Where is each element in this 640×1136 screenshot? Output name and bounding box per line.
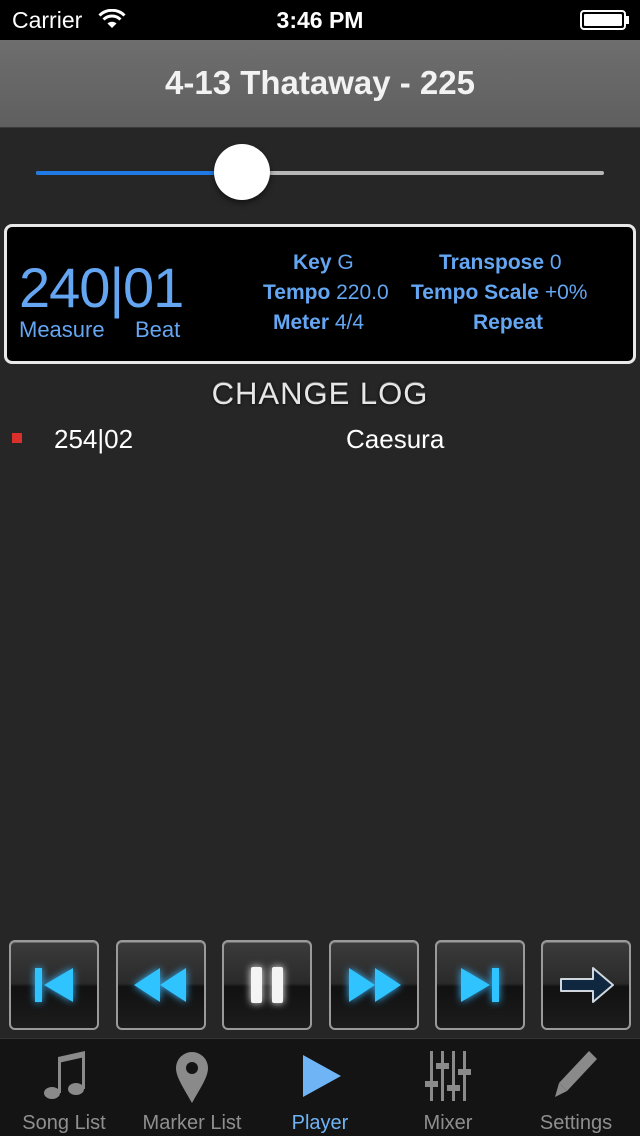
change-log-row[interactable]: 254|02 Caesura (0, 420, 640, 456)
tempo-info: Tempo 220.0 (263, 281, 389, 305)
skip-to-start-button[interactable] (9, 940, 99, 1030)
transpose-value: 0 (549, 251, 562, 274)
skip-to-start-icon (35, 968, 73, 1002)
pencil-icon (555, 1051, 597, 1097)
beat-value: 01 (122, 256, 184, 319)
fast-forward-icon (349, 968, 401, 1002)
beat-label: Beat (135, 317, 181, 342)
repeat-info: Repeat (473, 311, 543, 335)
play-icon (303, 1055, 341, 1097)
skip-to-end-button[interactable] (435, 940, 525, 1030)
status-bar: Carrier 3:46 PM (0, 0, 640, 40)
battery-icon (580, 10, 629, 30)
measure-label: Measure (19, 317, 105, 342)
tempo-scale-label: Tempo Scale (411, 281, 539, 304)
next-arrow-button[interactable] (541, 940, 631, 1030)
pause-button[interactable] (222, 940, 312, 1030)
tab-label-settings: Settings (539, 1112, 613, 1134)
music-note-icon (44, 1051, 85, 1099)
fast-forward-button[interactable] (329, 940, 419, 1030)
title-bar: 4-13 Thataway - 225 (0, 40, 640, 128)
status-time: 3:46 PM (276, 7, 364, 33)
tempo-value: 220.0 (336, 281, 389, 304)
key-label: Key (293, 251, 332, 274)
tab-label-song-list: Song List (22, 1112, 106, 1134)
tab-player[interactable]: Player (256, 1039, 384, 1136)
tempo-scale-value: +0% (544, 281, 588, 304)
log-entry-event: Caesura (346, 424, 445, 454)
meter-value: 4/4 (334, 311, 365, 334)
slider-track-fill (36, 171, 243, 175)
tab-label-player: Player (291, 1112, 349, 1134)
tab-label-mixer: Mixer (423, 1112, 473, 1134)
pause-icon (251, 967, 283, 1003)
key-value: G (337, 251, 354, 274)
tab-settings[interactable]: Settings (512, 1039, 640, 1136)
repeat-label: Repeat (473, 311, 544, 334)
map-pin-icon (176, 1052, 208, 1103)
song-title: 4-13 Thataway - 225 (165, 64, 475, 101)
tab-marker-list[interactable]: Marker List (128, 1039, 256, 1136)
tempo-label: Tempo (263, 281, 331, 304)
tab-label-marker-list: Marker List (142, 1112, 242, 1134)
tab-song-list[interactable]: Song List (0, 1039, 128, 1136)
rewind-button[interactable] (116, 940, 206, 1030)
transpose-label: Transpose (439, 251, 545, 274)
meter-info: Meter 4/4 (273, 311, 364, 335)
key-info: Key G (293, 251, 354, 275)
measure-value: 240 (19, 256, 110, 319)
sliders-icon (425, 1051, 471, 1101)
change-log-title: CHANGE LOG (211, 376, 429, 411)
song-position-slider[interactable] (36, 140, 604, 204)
skip-to-end-icon (461, 968, 499, 1002)
meter-label: Meter (273, 311, 330, 334)
log-entry-position: 254|02 (54, 424, 134, 454)
player-info-panel: 240|01 Measure Beat Key G Tempo 220.0 Me… (4, 224, 636, 364)
slider-thumb[interactable] (214, 144, 271, 200)
position-separator: | (109, 256, 124, 319)
tempo-scale-info: Tempo Scale +0% (411, 281, 587, 305)
arrow-right-icon (560, 967, 614, 1003)
tab-mixer[interactable]: Mixer (384, 1039, 512, 1136)
rewind-icon (134, 968, 186, 1002)
log-bullet-icon (12, 433, 22, 443)
transpose-info: Transpose 0 (439, 251, 562, 275)
position-display: 240|01 (19, 255, 184, 320)
tab-bar: Song List Marker List Player Mixer Setti… (0, 1038, 640, 1136)
